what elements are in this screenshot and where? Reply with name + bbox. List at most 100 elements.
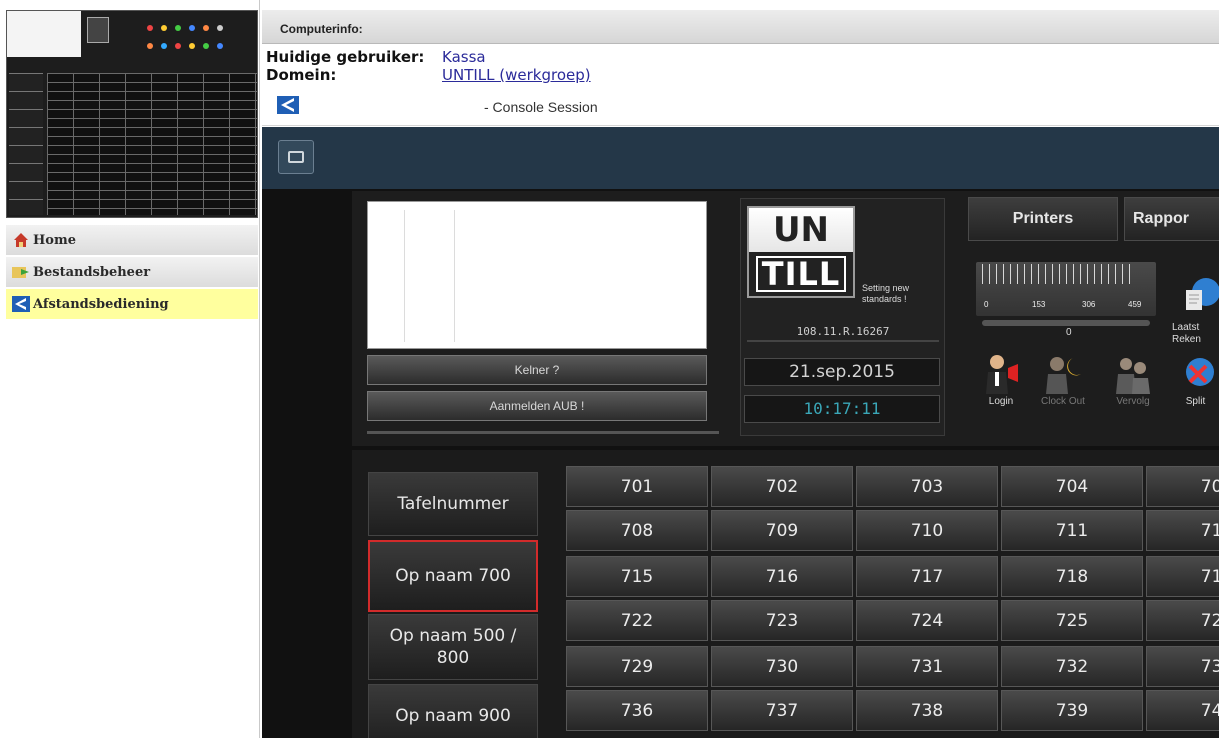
clock-out-action[interactable]: Clock Out xyxy=(1036,352,1090,432)
untill-logo: UN TILL xyxy=(747,206,855,298)
table-button[interactable]: 717 xyxy=(856,556,998,597)
clock-out-icon xyxy=(1043,352,1083,396)
logo-tagline: Setting new standards ! xyxy=(862,283,910,304)
logo-un: UN xyxy=(749,208,853,252)
untill-remote-icon xyxy=(12,296,30,312)
table-button[interactable]: 726 xyxy=(1146,600,1219,641)
nav-home[interactable]: Home xyxy=(6,225,258,255)
vervolg-icon xyxy=(1113,352,1153,396)
table-button[interactable]: 708 xyxy=(566,510,708,551)
split-label: Split xyxy=(1185,396,1206,407)
kelner-button[interactable]: Kelner ? xyxy=(367,355,707,385)
gauge-label-2: 306 xyxy=(1082,300,1096,309)
thumbnail-table-grid xyxy=(47,73,257,215)
gauge-value: 0 xyxy=(1066,327,1072,338)
nav-home-label: Home xyxy=(33,232,76,248)
computerinfo-header: Computerinfo: xyxy=(262,10,1219,44)
nav-afstandsbediening[interactable]: Afstandsbediening xyxy=(6,289,258,319)
table-button[interactable]: 701 xyxy=(566,466,708,507)
info-value-domain[interactable]: UNTILL (werkgroep) xyxy=(442,66,591,84)
split-icon xyxy=(1176,352,1216,396)
mode-op-naam-500-800[interactable]: Op naam 500 / 800 xyxy=(368,614,538,680)
printers-button[interactable]: Printers xyxy=(968,197,1118,241)
gauge-label-1: 153 xyxy=(1032,300,1046,309)
table-button[interactable]: 722 xyxy=(566,600,708,641)
nav-bestandsbeheer[interactable]: Bestandsbeheer xyxy=(6,257,258,287)
time-display: 10:17:11 xyxy=(744,395,940,423)
screen-thumbnail[interactable] xyxy=(6,10,258,218)
untill-app-icon xyxy=(277,96,299,114)
table-button[interactable]: 736 xyxy=(566,690,708,731)
nav-bestandsbeheer-label: Bestandsbeheer xyxy=(33,264,151,280)
table-button[interactable]: 711 xyxy=(1001,510,1143,551)
mode-tafelnummer[interactable]: Tafelnummer xyxy=(368,472,538,536)
info-value-user: Kassa xyxy=(442,48,486,66)
table-button[interactable]: 740 xyxy=(1146,690,1219,731)
table-button[interactable]: 738 xyxy=(856,690,998,731)
table-button[interactable]: 724 xyxy=(856,600,998,641)
clock-out-label: Clock Out xyxy=(1041,396,1085,407)
table-button[interactable]: 703 xyxy=(856,466,998,507)
table-button[interactable]: 729 xyxy=(566,646,708,687)
table-button[interactable]: 739 xyxy=(1001,690,1143,731)
info-row-domain: Domein: UNTILL (werkgroep) xyxy=(266,66,1216,84)
divider xyxy=(367,431,719,434)
table-button[interactable]: 716 xyxy=(711,556,853,597)
file-transfer-icon xyxy=(12,264,30,280)
waiter-login-icon xyxy=(981,352,1021,396)
thumbnail-white-area xyxy=(7,11,81,57)
mode-op-naam-900[interactable]: Op naam 900 xyxy=(368,684,538,738)
rapport-button[interactable]: Rappor xyxy=(1124,197,1219,241)
login-action-label: Login xyxy=(988,396,1014,407)
table-button[interactable]: 710 xyxy=(856,510,998,551)
table-button[interactable]: 731 xyxy=(856,646,998,687)
gauge-label-3: 459 xyxy=(1128,300,1142,309)
vervolg-label: Vervolg xyxy=(1116,396,1150,407)
table-button[interactable]: 723 xyxy=(711,600,853,641)
table-button[interactable]: 704 xyxy=(1001,466,1143,507)
table-button[interactable]: 702 xyxy=(711,466,853,507)
left-panel: Home Bestandsbeheer Afstandsbediening xyxy=(0,0,260,738)
menu-icon xyxy=(288,151,304,163)
table-button[interactable]: 709 xyxy=(711,510,853,551)
table-button[interactable]: 733 xyxy=(1146,646,1219,687)
table-button[interactable]: 712 xyxy=(1146,510,1219,551)
table-button[interactable]: 737 xyxy=(711,690,853,731)
table-grid: 7017027037047057087097107117127157167177… xyxy=(566,466,1219,738)
gauge-ticks xyxy=(982,264,1132,292)
nav-afstandsbediening-label: Afstandsbediening xyxy=(33,296,169,312)
thumbnail-mode-column xyxy=(9,73,43,215)
mode-op-naam-700[interactable]: Op naam 700 xyxy=(368,540,538,612)
info-row-user: Huidige gebruiker: Kassa xyxy=(266,48,1216,66)
info-label-user: Huidige gebruiker: xyxy=(266,48,425,66)
vervolg-action[interactable]: Vervolg xyxy=(1106,352,1160,432)
thumbnail-logo xyxy=(87,17,109,43)
aanmelden-button[interactable]: Aanmelden AUB ! xyxy=(367,391,707,421)
date-display: 21.sep.2015 xyxy=(744,358,940,386)
table-button[interactable]: 705 xyxy=(1146,466,1219,507)
laatste-rekening-icon[interactable] xyxy=(1180,272,1219,316)
table-button[interactable]: 732 xyxy=(1001,646,1143,687)
version-label: 108.11.R.16267 xyxy=(747,322,939,342)
laatste-rekening-label[interactable]: Laatst Reken xyxy=(1172,322,1201,346)
app-header-bar xyxy=(262,127,1219,189)
thumbnail-icons xyxy=(137,21,257,61)
table-button[interactable]: 718 xyxy=(1001,556,1143,597)
login-action[interactable]: Login xyxy=(974,352,1028,432)
message-display xyxy=(367,201,707,349)
console-session-titlebar: - Console Session xyxy=(262,88,1219,126)
home-icon xyxy=(12,232,30,248)
info-label-domain: Domein: xyxy=(266,66,337,84)
remote-desktop-window: Home Bestandsbeheer Afstandsbediening Co… xyxy=(0,0,1219,738)
console-session-title: - Console Session xyxy=(484,99,598,115)
menu-button[interactable] xyxy=(278,140,314,174)
split-action[interactable]: Split xyxy=(1172,352,1219,432)
gauge-label-0: 0 xyxy=(984,300,989,309)
gauge-track xyxy=(982,320,1150,326)
table-button[interactable]: 725 xyxy=(1001,600,1143,641)
table-button[interactable]: 719 xyxy=(1146,556,1219,597)
computerinfo-panel: Huidige gebruiker: Kassa Domein: UNTILL (w… xyxy=(266,48,1216,90)
table-button[interactable]: 730 xyxy=(711,646,853,687)
table-button[interactable]: 715 xyxy=(566,556,708,597)
logo-till: TILL xyxy=(749,252,853,296)
